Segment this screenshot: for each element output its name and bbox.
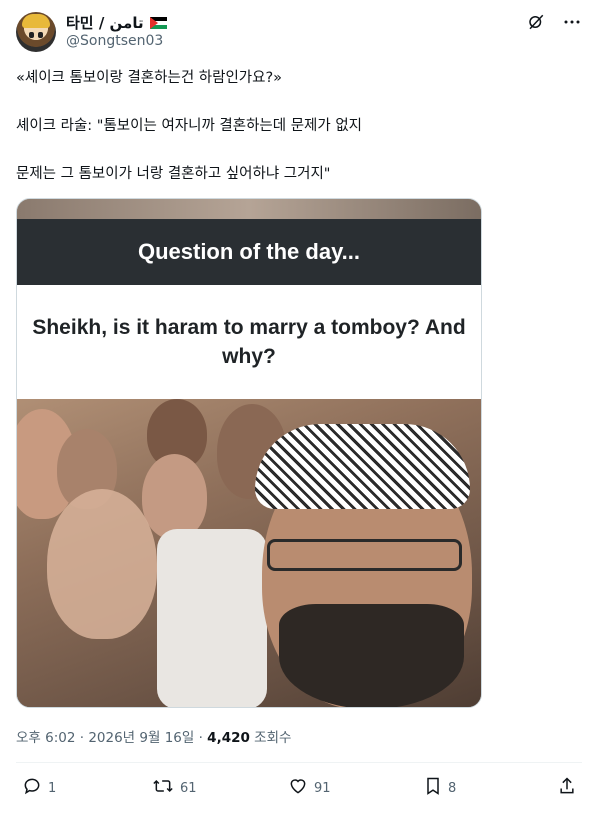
bookmark-icon xyxy=(424,776,442,800)
palestine-flag-icon xyxy=(149,16,167,29)
avatar[interactable] xyxy=(16,12,56,52)
tweet-media-image[interactable]: Question of the day... Sheikh, is it har… xyxy=(16,198,482,708)
views-count: 4,420 xyxy=(207,730,250,746)
shirt-white xyxy=(157,529,267,707)
views-label: 조회수 xyxy=(249,730,292,746)
more-icon[interactable] xyxy=(562,12,582,32)
question-header: Question of the day... xyxy=(17,219,481,285)
display-name[interactable]: 타민 / تامن xyxy=(66,12,144,33)
heart-icon xyxy=(288,776,308,800)
retweet-icon xyxy=(152,776,174,800)
tweet-line: 셰이크 라술: "톰보이는 여자니까 결혼하는데 문제가 없지 xyxy=(16,118,363,134)
avatar-eye xyxy=(38,32,43,38)
question-text: Sheikh, is it haram to marry a tomboy? A… xyxy=(32,316,466,368)
bookmark-count: 8 xyxy=(448,780,457,796)
header-actions xyxy=(526,12,582,32)
glasses xyxy=(267,539,462,571)
question-title: Question of the day... xyxy=(137,239,361,264)
avatar-cap xyxy=(22,14,50,28)
like-button[interactable]: 91 xyxy=(288,776,331,800)
tweet-line: 문제는 그 톰보이가 너랑 결혼하고 싶어하냐 그거지" xyxy=(16,166,331,182)
tweet-header: 타민 / تامن @Songtsen03 xyxy=(16,10,582,54)
tweet-meta: 오후 6:02 · 2026년 9월 16일 · 4,420 조회수 xyxy=(16,726,291,746)
reply-count: 1 xyxy=(48,780,57,796)
name-row[interactable]: 타민 / تامن xyxy=(66,12,167,33)
retweet-count: 61 xyxy=(180,780,197,796)
bookmark-button[interactable]: 8 xyxy=(424,776,456,800)
question-box: Sheikh, is it haram to marry a tomboy? A… xyxy=(17,285,481,399)
beard xyxy=(279,604,464,707)
person-blurred-front xyxy=(47,489,157,639)
divider xyxy=(16,762,582,763)
grok-icon[interactable] xyxy=(526,12,546,32)
selfie-photo xyxy=(17,399,481,707)
share-button[interactable] xyxy=(558,776,576,800)
reply-icon xyxy=(22,776,42,800)
person-middle xyxy=(142,454,207,539)
tweet-timestamp[interactable]: 오후 6:02 · 2026년 9월 16일 · xyxy=(16,730,207,746)
keffiyeh xyxy=(255,424,470,509)
user-handle[interactable]: @Songtsen03 xyxy=(66,33,163,49)
tweet-line: «셰이크 톰보이랑 결혼하는건 하람인가요?» xyxy=(16,70,283,86)
tweet-actions: 1 61 91 8 xyxy=(16,776,582,802)
photo-top-strip xyxy=(17,199,481,219)
avatar-eye xyxy=(29,32,34,38)
tweet-text: «셰이크 톰보이랑 결혼하는건 하람인가요?» 셰이크 라술: "톰보이는 여자… xyxy=(16,66,576,210)
reply-button[interactable]: 1 xyxy=(22,776,56,800)
like-count: 91 xyxy=(314,780,331,796)
share-icon xyxy=(558,776,576,800)
retweet-button[interactable]: 61 xyxy=(152,776,197,800)
